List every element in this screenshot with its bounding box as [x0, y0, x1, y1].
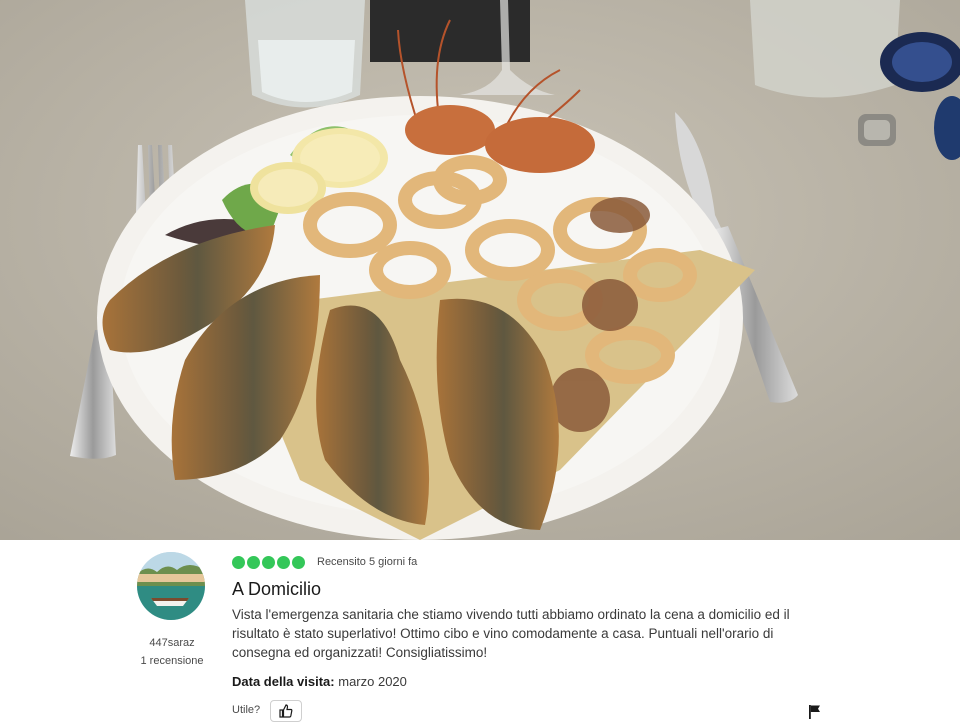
thumbs-up-icon	[279, 704, 293, 718]
helpful-button[interactable]	[270, 700, 302, 722]
visit-date-label: Data della visita:	[232, 674, 335, 689]
rating-bubble-icon	[277, 556, 290, 569]
rating-bubbles	[232, 556, 305, 569]
helpful-label: Utile?	[232, 704, 261, 716]
contributions-count: 1 recensione	[140, 655, 204, 667]
rating-bubble-icon	[292, 556, 305, 569]
review-text: Vista l'emergenza sanitaria che stiamo v…	[232, 607, 790, 660]
visit-date: Data della visita: marzo 2020	[232, 674, 407, 689]
avatar[interactable]	[137, 552, 205, 620]
rating-bubble-icon	[247, 556, 260, 569]
visit-date-value: marzo 2020	[338, 674, 407, 689]
username[interactable]: 447saraz	[120, 637, 224, 649]
rating-bubble-icon	[232, 556, 245, 569]
rating-bubble-icon	[262, 556, 275, 569]
review-title[interactable]: A Domicilio	[232, 579, 321, 600]
review-photo[interactable]	[0, 0, 960, 540]
flag-icon[interactable]	[808, 704, 822, 720]
review-date: Recensito 5 giorni fa	[317, 556, 418, 568]
